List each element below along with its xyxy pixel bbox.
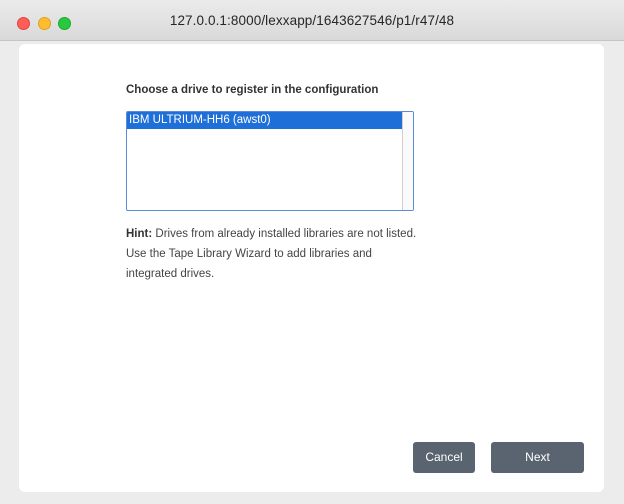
cancel-button[interactable]: Cancel [413, 442, 475, 473]
hint-label: Hint: [126, 228, 153, 240]
hint-text: Hint: Drives from already installed libr… [126, 224, 426, 284]
hint-body: Drives from already installed libraries … [126, 228, 417, 280]
window-title: 127.0.0.1:8000/lexxapp/1643627546/p1/r47… [169, 13, 455, 28]
next-button[interactable]: Next [491, 442, 584, 473]
browser-window: 127.0.0.1:8000/lexxapp/1643627546/p1/r47… [0, 0, 624, 504]
dialog-panel: Choose a drive to register in the config… [19, 44, 604, 492]
drive-listbox[interactable]: IBM ULTRIUM-HH6 (awst0) [126, 111, 414, 211]
listbox-scrollbar[interactable] [402, 112, 413, 210]
drive-prompt-label: Choose a drive to register in the config… [126, 84, 379, 96]
title-bar: 127.0.0.1:8000/lexxapp/1643627546/p1/r47… [0, 0, 624, 41]
drive-option[interactable]: IBM ULTRIUM-HH6 (awst0) [127, 112, 403, 129]
